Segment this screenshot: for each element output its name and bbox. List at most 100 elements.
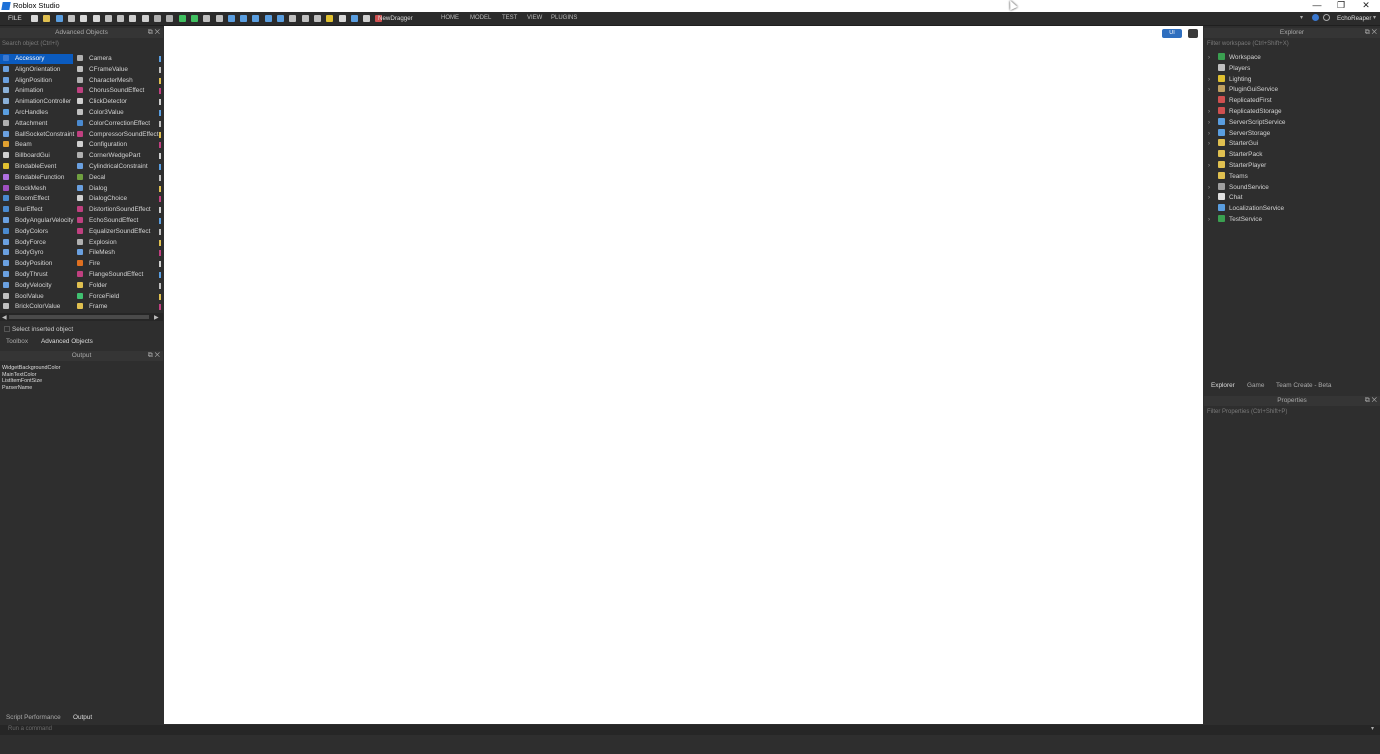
explorer-item[interactable]: › StarterPlayer [1208, 161, 1376, 171]
menu-view[interactable]: VIEW [527, 15, 542, 21]
share-icon[interactable] [1323, 14, 1330, 21]
scale-icon[interactable] [252, 15, 260, 22]
terrain-icon[interactable] [277, 15, 284, 22]
save-icon[interactable] [55, 15, 63, 22]
object-list-item[interactable]: BodyThrust [0, 270, 73, 280]
copy-icon[interactable] [80, 15, 88, 22]
object-list-item[interactable]: ArcHandles [0, 108, 73, 118]
explorer-panel-controls[interactable]: ⧉ ✕ [1365, 28, 1377, 38]
object-list-item[interactable]: BrickColorValue [0, 302, 73, 312]
scroll-left-icon[interactable]: ◀ [2, 314, 7, 321]
properties-filter-input[interactable]: Filter Properties (Ctrl+Shift+P) [1207, 409, 1287, 415]
object-list-item[interactable]: BodyForce [0, 238, 73, 248]
object-list-item-partial[interactable] [159, 196, 161, 203]
objects-horizontal-scrollbar[interactable]: ◀ ▶ [0, 313, 163, 321]
expand-chevron-icon[interactable]: › [1208, 118, 1218, 128]
object-list-item[interactable]: CompressorSoundEffect [74, 130, 159, 140]
object-list-item[interactable]: Color3Value [74, 108, 157, 118]
object-list-item-partial[interactable] [159, 272, 161, 278]
object-list-item-partial[interactable] [159, 120, 161, 127]
explorer-item[interactable]: › ServerStorage [1208, 128, 1376, 139]
object-list-item[interactable]: BillboardGui [0, 151, 73, 161]
material-icon[interactable] [338, 15, 346, 22]
object-list-item[interactable]: BodyVelocity [0, 281, 73, 291]
object-list-item[interactable]: AnimationController [0, 97, 73, 107]
select-icon[interactable] [227, 15, 235, 22]
object-list-item[interactable]: Fire [74, 259, 157, 269]
command-input[interactable]: Run a command [8, 726, 52, 732]
object-list-item-partial[interactable] [159, 88, 161, 95]
object-list-item[interactable]: Animation [0, 86, 73, 96]
expand-chevron-icon[interactable]: › [1208, 183, 1218, 193]
anchor-icon[interactable] [363, 15, 371, 22]
object-list-item-partial[interactable] [159, 174, 161, 181]
object-list-item-partial[interactable] [159, 77, 161, 84]
object-list-item[interactable]: CornerWedgePart [74, 151, 157, 161]
tab-toolbox[interactable]: Toolbox [6, 338, 28, 345]
menu-model[interactable]: MODEL [470, 15, 491, 21]
object-list-item-partial[interactable] [159, 207, 161, 214]
undo-icon[interactable] [104, 15, 112, 22]
select-inserted-checkbox[interactable] [4, 326, 10, 332]
expand-chevron-icon[interactable]: › [1208, 85, 1218, 95]
object-list-item-partial[interactable] [159, 250, 161, 257]
menu-test[interactable]: TEST [502, 15, 517, 21]
explorer-item[interactable]: › ServerScriptService [1208, 117, 1376, 128]
toolbox-icon[interactable] [289, 15, 297, 22]
ungroup-icon[interactable] [141, 15, 149, 22]
close-button[interactable]: ✕ [1356, 0, 1376, 12]
object-list-item[interactable]: BallSocketConstraint [0, 130, 74, 140]
color-icon[interactable] [350, 15, 358, 22]
tab-output[interactable]: Output [68, 711, 98, 724]
object-list-item[interactable]: AlignPosition [0, 76, 73, 86]
object-list-item-partial[interactable] [159, 56, 161, 62]
ui-visibility-toggle-button[interactable]: UI [1162, 29, 1182, 38]
object-list-item[interactable]: DialogChoice [74, 194, 157, 204]
object-list-item[interactable]: Attachment [0, 119, 73, 129]
object-list-item[interactable]: Beam [0, 140, 73, 150]
object-list-item[interactable]: BlockMesh [0, 184, 73, 194]
explorer-item[interactable]: › ReplicatedStorage [1208, 107, 1376, 117]
expand-chevron-icon[interactable]: › [1208, 215, 1218, 225]
object-list-item[interactable]: Accessory [0, 54, 73, 64]
explorer-item[interactable]: Players [1208, 63, 1376, 74]
group-icon[interactable] [129, 15, 137, 22]
help-icon[interactable] [1312, 14, 1319, 21]
move-icon[interactable] [240, 15, 248, 22]
tab-advanced-objects[interactable]: Advanced Objects [36, 336, 98, 347]
tab-script-performance[interactable]: Script Performance [6, 714, 61, 721]
object-list-item[interactable]: BoolValue [0, 292, 73, 302]
part-icon[interactable] [154, 15, 161, 22]
paste-icon[interactable] [92, 15, 100, 22]
new-dragger-label[interactable]: NewDragger [378, 15, 413, 22]
explorer-item[interactable]: › PluginGuiService [1208, 85, 1376, 95]
stop-icon[interactable] [215, 15, 223, 22]
object-list-item-partial[interactable] [159, 228, 161, 235]
pause-icon[interactable] [203, 15, 211, 22]
open-file-icon[interactable] [43, 15, 51, 22]
chevron-down-icon[interactable]: ▾ [1300, 14, 1303, 21]
object-list-item-partial[interactable] [159, 110, 161, 116]
object-list-item[interactable]: Decal [74, 173, 157, 183]
object-list-item-partial[interactable] [159, 239, 161, 246]
object-list-item-partial[interactable] [159, 99, 161, 106]
panel-controls[interactable]: ⧉ ✕ [148, 28, 160, 38]
lock-icon[interactable] [326, 15, 334, 22]
object-list-item[interactable]: CharacterMesh [74, 76, 157, 86]
object-list-item[interactable]: BodyGyro [0, 248, 73, 258]
properties-panel-controls[interactable]: ⧉ ✕ [1365, 396, 1377, 406]
expand-chevron-icon[interactable]: › [1208, 129, 1218, 139]
explorer-item[interactable]: › Lighting [1208, 74, 1376, 85]
output-panel-controls[interactable]: ⧉ ✕ [148, 351, 160, 361]
restore-button[interactable]: ❐ [1331, 0, 1351, 12]
scroll-right-icon[interactable]: ▶ [154, 314, 159, 321]
explorer-item[interactable]: LocalizationService [1208, 204, 1376, 214]
object-list-item[interactable]: BodyPosition [0, 259, 73, 269]
object-list-item[interactable]: FileMesh [74, 248, 157, 258]
explorer-item[interactable]: StarterPack [1208, 150, 1376, 160]
user-menu-chevron-icon[interactable]: ▾ [1373, 14, 1376, 21]
user-name[interactable]: EchoReaper [1337, 15, 1371, 22]
object-list-item[interactable]: BloomEffect [0, 194, 73, 204]
3d-viewport[interactable] [164, 26, 1203, 724]
object-list-item-partial[interactable] [159, 142, 161, 149]
